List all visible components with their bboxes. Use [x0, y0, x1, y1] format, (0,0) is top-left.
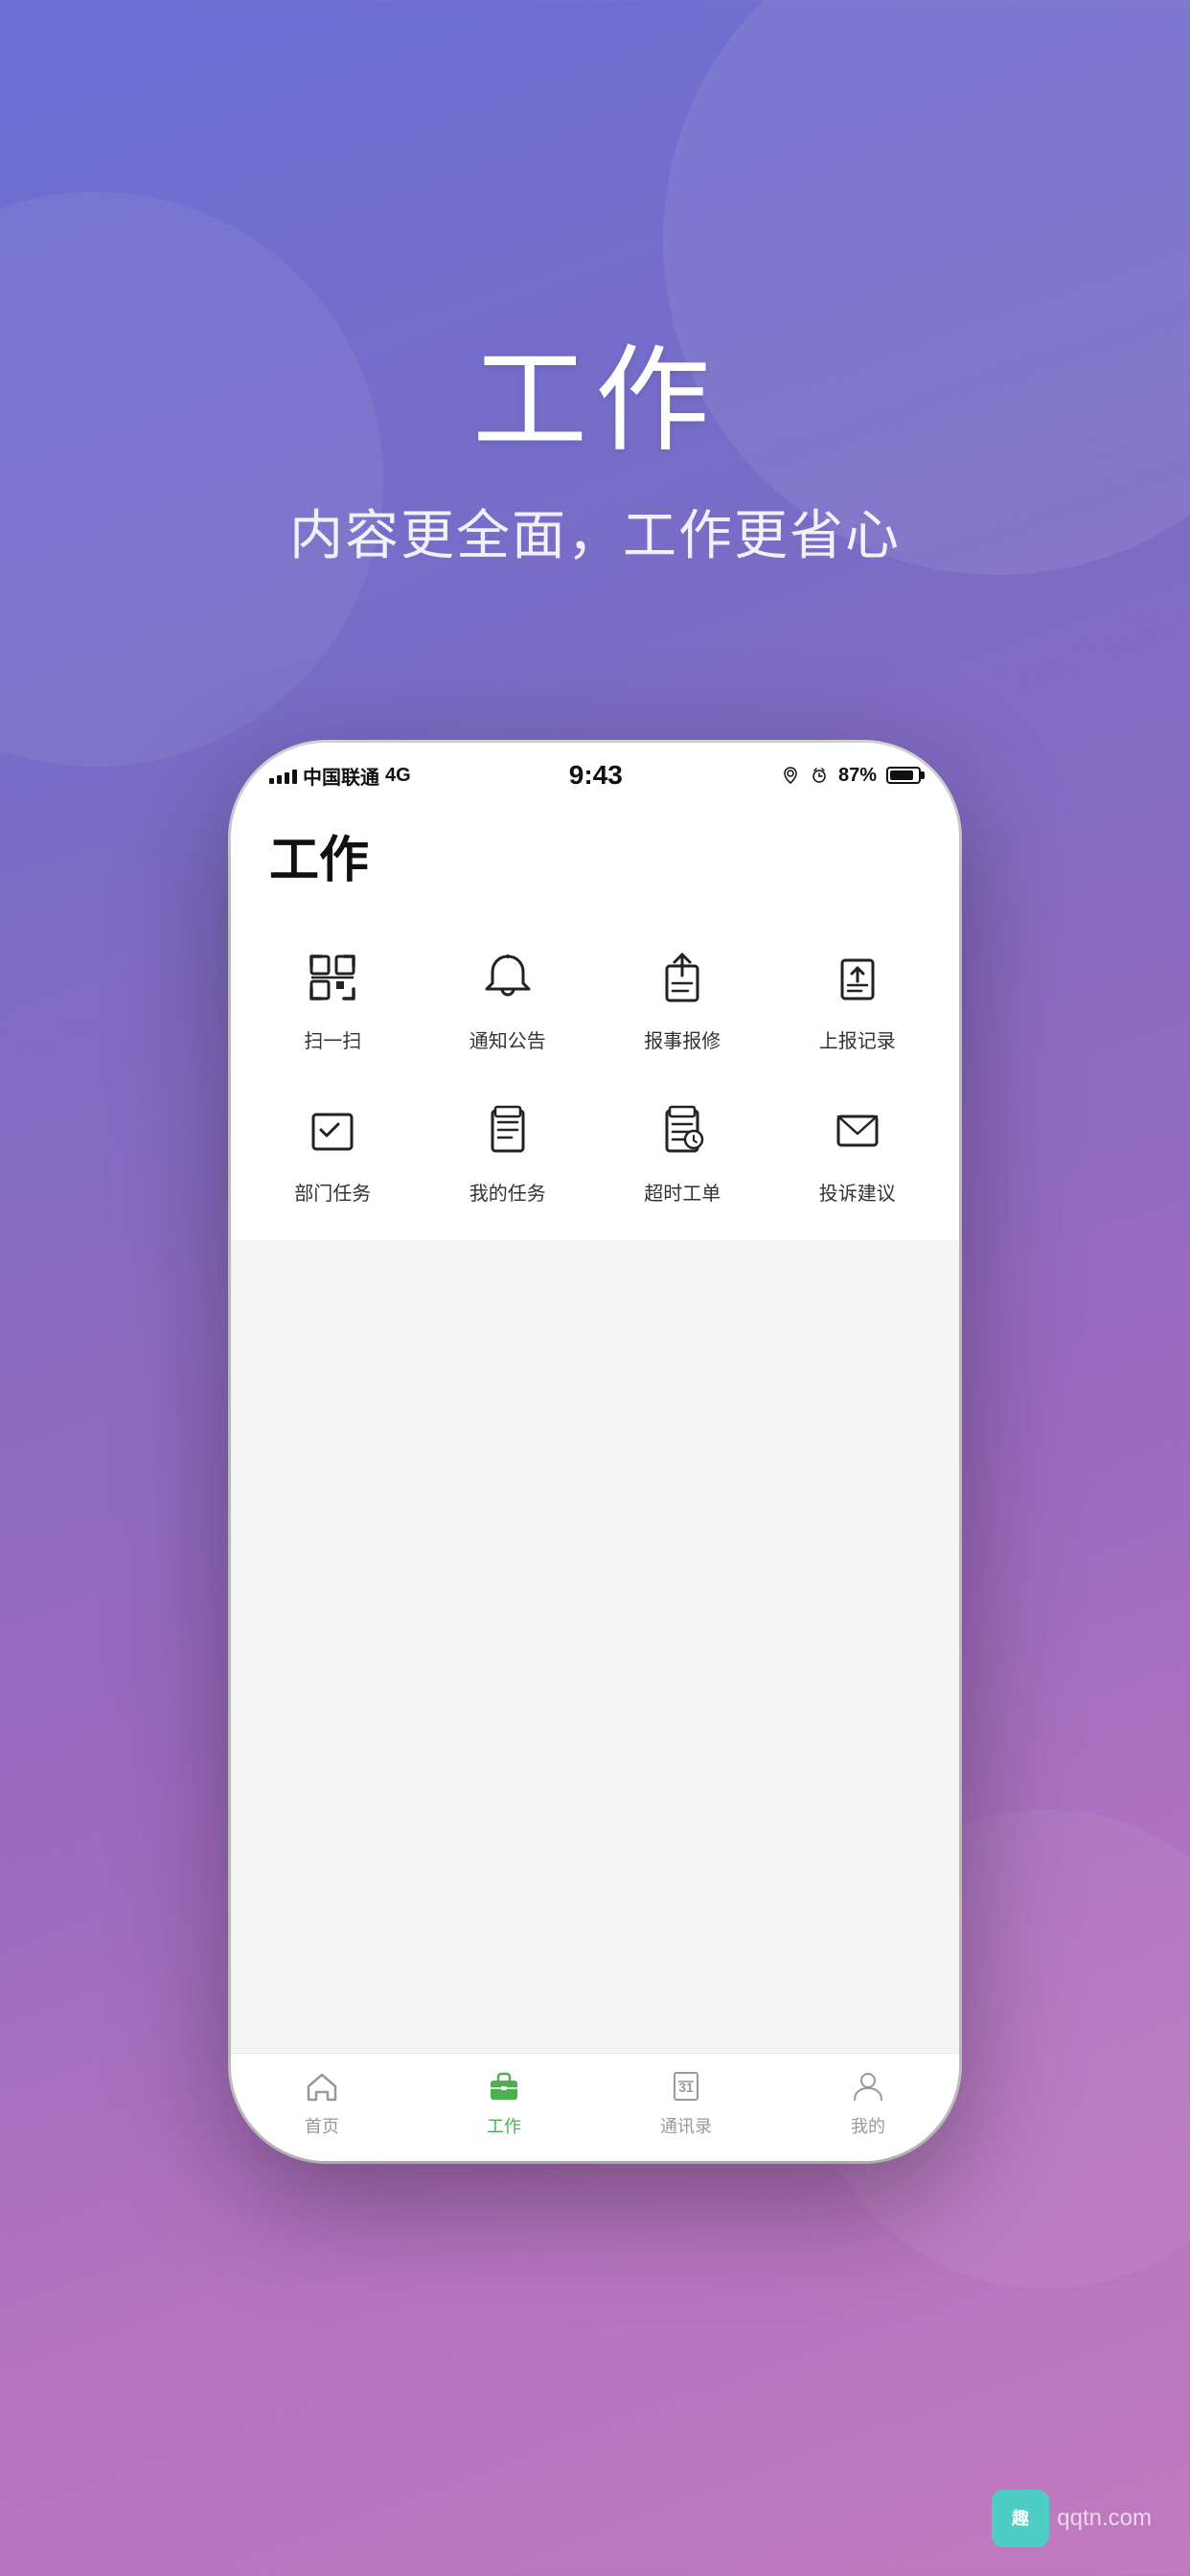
grid-item-upload-record[interactable]: 上报记录	[775, 926, 941, 1069]
icon-grid: 扫一扫 通知公告	[231, 907, 959, 1240]
phone-mockup: 中国联通 4G 9:43	[231, 743, 959, 2161]
upload-record-icon	[821, 941, 894, 1014]
tab-item-contacts[interactable]: 31 通讯录	[595, 2065, 777, 2138]
tab-item-work[interactable]: 工作	[413, 2065, 595, 2138]
scan-icon	[296, 941, 369, 1014]
battery-percent: 87%	[838, 765, 877, 787]
dept-task-icon	[296, 1093, 369, 1166]
signal-bar-4	[292, 770, 297, 784]
tab-item-home[interactable]: 首页	[231, 2065, 413, 2138]
signal-bar-2	[277, 775, 282, 784]
status-bar: 中国联通 4G 9:43	[231, 743, 959, 800]
mine-tab-icon	[847, 2065, 889, 2107]
report-icon	[646, 941, 719, 1014]
overtime-icon	[646, 1093, 719, 1166]
carrier-label: 中国联通	[303, 762, 379, 790]
location-icon	[781, 766, 800, 785]
notice-icon	[471, 941, 544, 1014]
work-tab-icon	[483, 2065, 525, 2107]
network-label: 4G	[385, 765, 411, 787]
my-task-icon	[471, 1093, 544, 1166]
watermark-site: qqtn.com	[1057, 2505, 1152, 2532]
watermark-icon: 趣	[992, 2490, 1049, 2547]
hero-subtitle: 内容更全面，工作更省心	[289, 493, 901, 570]
grid-item-dept-task[interactable]: 部门任务	[250, 1078, 416, 1221]
notice-label: 通知公告	[469, 1025, 546, 1053]
my-task-label: 我的任务	[469, 1178, 546, 1206]
app-page-title: 工作	[269, 819, 921, 891]
contacts-tab-icon: 31	[665, 2065, 707, 2107]
status-left: 中国联通 4G	[269, 762, 411, 790]
grid-item-notice[interactable]: 通知公告	[425, 926, 591, 1069]
app-content: 工作	[231, 800, 959, 2161]
overtime-label: 超时工单	[644, 1178, 721, 1206]
grid-item-my-task[interactable]: 我的任务	[425, 1078, 591, 1221]
app-header: 工作	[231, 800, 959, 907]
tab-item-mine[interactable]: 我的	[777, 2065, 959, 2138]
grid-item-complaint[interactable]: 投诉建议	[775, 1078, 941, 1221]
phone-frame: 中国联通 4G 9:43	[231, 743, 959, 2161]
scan-label: 扫一扫	[304, 1025, 361, 1053]
hero-title: 工作	[472, 307, 718, 473]
page-container: 工作 内容更全面，工作更省心 中国联通 4G 9:43	[0, 0, 1190, 2576]
signal-bar-3	[285, 772, 289, 784]
signal-bars	[269, 767, 297, 784]
status-right: 87%	[781, 765, 921, 787]
grid-item-scan[interactable]: 扫一扫	[250, 926, 416, 1069]
status-time: 9:43	[569, 760, 623, 791]
battery-fill	[890, 770, 913, 780]
dept-task-label: 部门任务	[294, 1178, 371, 1206]
signal-bar-1	[269, 778, 274, 784]
hero-section: 工作 内容更全面，工作更省心	[289, 307, 901, 570]
svg-text:趣: 趣	[1011, 2509, 1030, 2528]
report-label: 报事报修	[644, 1025, 721, 1053]
home-tab-icon	[301, 2065, 343, 2107]
gray-content-area	[231, 1240, 959, 2053]
contacts-tab-label: 通讯录	[660, 2113, 712, 2138]
mine-tab-label: 我的	[851, 2113, 885, 2138]
work-tab-label: 工作	[487, 2113, 521, 2138]
watermark: 趣 qqtn.com	[992, 2490, 1152, 2547]
grid-item-overtime[interactable]: 超时工单	[600, 1078, 766, 1221]
grid-item-report[interactable]: 报事报修	[600, 926, 766, 1069]
tab-bar: 首页 工作	[231, 2053, 959, 2161]
alarm-icon	[810, 766, 829, 785]
complaint-icon	[821, 1093, 894, 1166]
complaint-label: 投诉建议	[819, 1178, 896, 1206]
home-tab-label: 首页	[305, 2113, 339, 2138]
battery-icon	[886, 767, 921, 784]
upload-record-label: 上报记录	[819, 1025, 896, 1053]
